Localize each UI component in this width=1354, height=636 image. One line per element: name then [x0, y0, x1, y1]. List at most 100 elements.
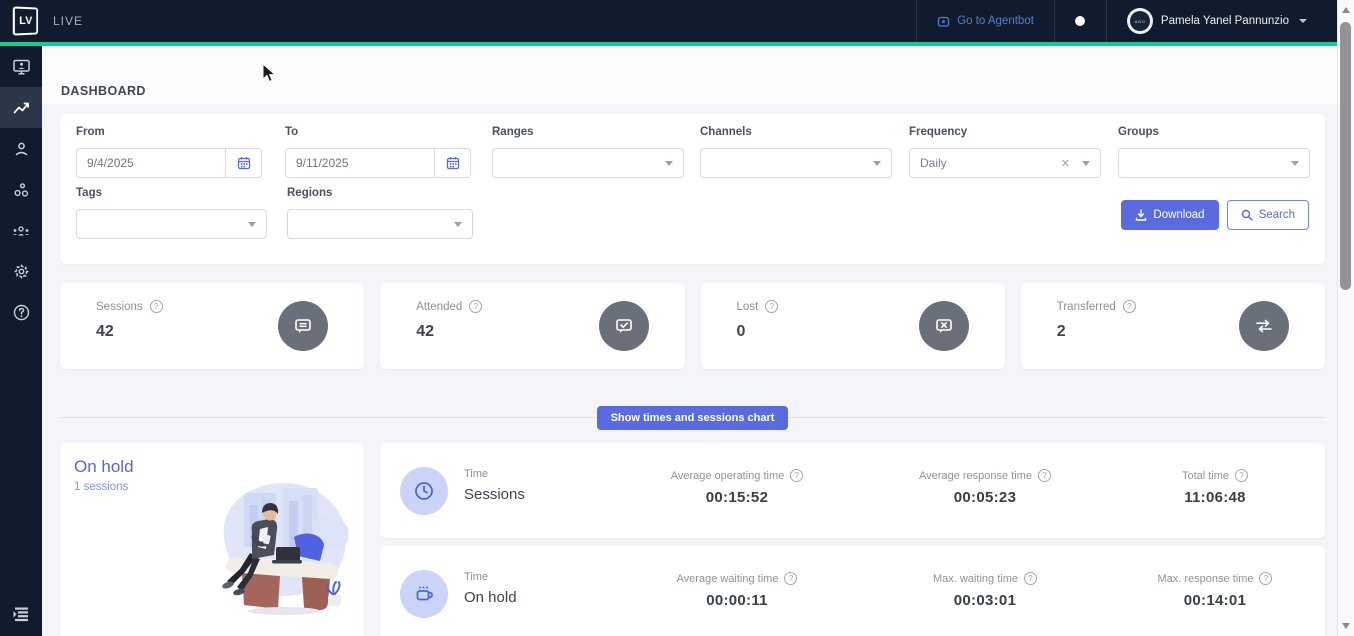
to-date-input[interactable]	[286, 149, 434, 177]
metric-value: 00:03:01	[953, 592, 1017, 609]
calendar-icon[interactable]	[434, 149, 470, 177]
filter-groups: Groups	[1118, 126, 1310, 180]
metric-avg-waiting-time: Average waiting time ? 00:00:11	[617, 572, 857, 609]
search-button[interactable]: Search	[1226, 200, 1309, 230]
ranges-select[interactable]	[492, 148, 684, 178]
stats-row: Sessions ? 42 Attended ? 42 Lost ? 0 Tra…	[60, 283, 1325, 369]
metric-value: 00:14:01	[1183, 592, 1247, 609]
search-icon	[1241, 209, 1253, 221]
groups-select[interactable]	[1118, 148, 1310, 178]
app-logo[interactable]: LV	[9, 4, 43, 38]
stat-value: 0	[736, 323, 746, 340]
sidebar-item-live-monitor[interactable]	[0, 46, 42, 87]
coffee-cup-icon	[400, 569, 448, 618]
filter-frequency: Frequency Daily ✕	[909, 126, 1101, 180]
clock-icon	[400, 466, 448, 515]
help-icon[interactable]: ?	[149, 300, 163, 313]
frequency-select[interactable]: Daily ✕	[909, 148, 1101, 178]
download-icon	[1136, 209, 1147, 221]
agentbot-icon	[938, 16, 950, 27]
channels-select[interactable]	[700, 148, 892, 178]
page-title: DASHBOARD	[61, 84, 146, 98]
download-label: Download	[1153, 209, 1205, 221]
help-icon[interactable]: ?	[765, 300, 779, 313]
avatar-logo: AIVO	[1129, 11, 1150, 31]
help-icon[interactable]: ?	[1122, 300, 1136, 313]
time-kicker: Time	[464, 571, 489, 583]
stat-value: 42	[416, 323, 435, 340]
help-icon[interactable]: ?	[790, 469, 804, 482]
clear-icon[interactable]: ✕	[1061, 157, 1082, 170]
chat-check-icon	[598, 301, 649, 351]
org-circles-icon	[13, 182, 28, 197]
download-button[interactable]: Download	[1121, 200, 1219, 230]
stat-card-lost: Lost ? 0	[700, 283, 1005, 369]
scroll-up-arrow[interactable]	[1342, 7, 1350, 13]
scrollbar-thumb[interactable]	[1340, 22, 1351, 290]
tags-select[interactable]	[76, 209, 267, 239]
ranges-label: Ranges	[492, 126, 534, 138]
help-circle-icon	[13, 304, 29, 321]
help-icon[interactable]: ?	[784, 572, 798, 585]
tags-label: Tags	[76, 187, 102, 199]
status-cell	[1053, 0, 1106, 42]
metric-max-response-time: Max. response time ? 00:14:01	[1095, 572, 1335, 609]
product-name: LIVE	[53, 14, 84, 28]
on-hold-title: On hold	[74, 457, 134, 476]
go-to-agentbot-label: Go to Agentbot	[957, 15, 1034, 27]
sidebar-item-dashboard[interactable]	[0, 87, 42, 128]
to-date-field[interactable]	[285, 148, 471, 178]
metric-total-time: Total time ? 11:06:48	[1095, 469, 1335, 506]
chat-lines-icon	[278, 301, 329, 351]
time-row-on-hold: Time On hold Average waiting time ? 00:0…	[380, 546, 1325, 636]
help-icon[interactable]: ?	[1023, 572, 1037, 585]
help-icon[interactable]: ?	[469, 300, 483, 313]
chevron-down-icon	[665, 160, 673, 166]
filter-regions: Regions	[287, 187, 473, 241]
regions-select[interactable]	[287, 209, 473, 239]
sidebar-item-teams[interactable]	[0, 169, 42, 210]
show-chart-button[interactable]: Show times and sessions chart	[596, 406, 789, 430]
metric-value: 00:00:11	[706, 592, 768, 609]
chevron-down-icon	[454, 221, 462, 227]
logo-shape: LV	[12, 6, 39, 36]
help-icon[interactable]: ?	[1037, 469, 1051, 482]
stat-value: 42	[96, 323, 114, 340]
sidebar-item-settings[interactable]	[0, 251, 42, 292]
from-date-field[interactable]	[76, 148, 262, 178]
scroll-down-arrow[interactable]	[1342, 623, 1350, 629]
metric-label: Max. waiting time	[933, 572, 1018, 585]
metric-label: Average operating time	[670, 469, 785, 482]
calendar-icon[interactable]	[225, 149, 261, 177]
help-icon[interactable]: ?	[1259, 572, 1273, 585]
screen-user-icon	[12, 59, 30, 75]
regions-label: Regions	[287, 187, 333, 199]
on-hold-illustration	[222, 483, 349, 615]
logo-text: LV	[19, 14, 33, 28]
sidebar-item-groups[interactable]	[0, 210, 42, 251]
go-to-agentbot-link[interactable]: Go to Agentbot	[916, 0, 1054, 42]
sidebar-item-help[interactable]	[0, 292, 42, 333]
metric-value: 00:15:52	[705, 489, 769, 506]
chevron-down-icon	[1082, 160, 1090, 166]
from-date-input[interactable]	[77, 149, 225, 177]
chevron-down-icon	[873, 160, 881, 166]
metric-avg-operating-time: Average operating time ? 00:15:52	[617, 469, 857, 506]
search-label: Search	[1258, 209, 1295, 221]
help-icon[interactable]: ?	[1235, 469, 1249, 482]
metric-label: Average waiting time	[676, 572, 779, 585]
sidebar-item-agents[interactable]	[0, 128, 42, 169]
on-hold-sessions-link[interactable]: 1 sessions	[74, 481, 128, 493]
metric-value: 11:06:48	[1184, 489, 1246, 506]
time-kicker: Time	[464, 468, 489, 480]
agent-icon	[15, 142, 27, 155]
chevron-down-icon	[1299, 19, 1307, 23]
frequency-value: Daily	[920, 156, 947, 170]
sidebar-item-queue[interactable]	[0, 593, 42, 634]
time-title: On hold	[464, 589, 517, 606]
metric-label: Total time	[1181, 469, 1230, 482]
status-dot	[1075, 16, 1086, 26]
metric-max-waiting-time: Max. waiting time ? 00:03:01	[865, 572, 1105, 609]
accent-line	[0, 42, 1337, 46]
user-menu[interactable]: AIVO Pamela Yanel Pannunzio	[1105, 0, 1337, 42]
